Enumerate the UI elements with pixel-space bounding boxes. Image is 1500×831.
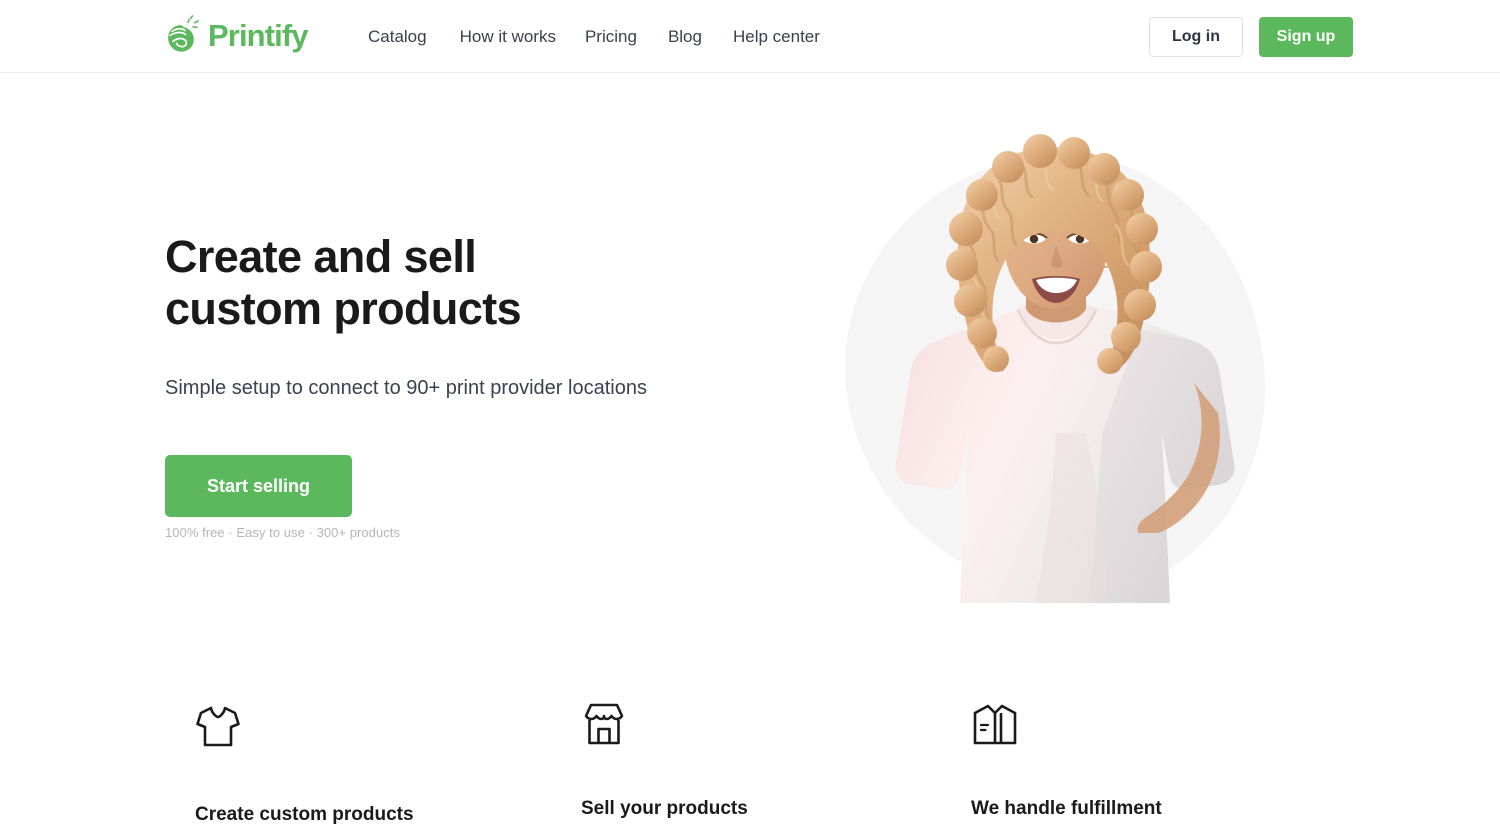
feature-we-handle-fulfillment: We handle fulfillment <box>971 700 1162 820</box>
feature-sell-your-products: Sell your products <box>581 700 748 820</box>
storefront-icon <box>584 703 624 745</box>
nav-item-catalog[interactable]: Catalog <box>368 0 460 73</box>
open-box-icon <box>973 704 1017 745</box>
auth-actions: Log in Sign up <box>1149 0 1500 73</box>
sign-up-button[interactable]: Sign up <box>1259 16 1353 57</box>
hero-photo-woman-in-tshirt <box>895 134 1235 603</box>
printify-hand-icon <box>168 15 199 52</box>
nav-item-pricing[interactable]: Pricing <box>585 0 668 73</box>
brand-name: Printify <box>208 18 308 53</box>
printify-logo[interactable]: Printify <box>165 14 308 58</box>
features-section: Create custom products Sell your product… <box>0 700 1500 831</box>
landing-page: Printify Catalog How it works Pricing Bl… <box>0 0 1500 831</box>
start-selling-button[interactable]: Start selling <box>165 455 352 517</box>
main-nav: Catalog How it works Pricing Blog Help c… <box>368 0 820 73</box>
feature-title: Sell your products <box>581 798 748 819</box>
feature-title: We handle fulfillment <box>971 798 1162 819</box>
nav-item-help-center[interactable]: Help center <box>733 0 820 73</box>
hero-note: 100% free · Easy to use · 300+ products <box>165 525 400 540</box>
feature-create-custom-products: Create custom products <box>195 700 414 826</box>
hero-visual <box>824 133 1286 616</box>
tshirt-icon <box>196 706 240 747</box>
feature-title: Create custom products <box>195 804 414 825</box>
site-header: Printify Catalog How it works Pricing Bl… <box>0 0 1500 73</box>
nav-item-how-it-works[interactable]: How it works <box>460 0 585 73</box>
hero-subtitle: Simple setup to connect to 90+ print pro… <box>165 377 647 399</box>
log-in-button[interactable]: Log in <box>1149 16 1243 57</box>
hero-section: Create and sell custom products Simple s… <box>0 73 1500 683</box>
nav-item-blog[interactable]: Blog <box>668 0 733 73</box>
page-title: Create and sell custom products <box>165 231 522 334</box>
tshirt-shape <box>895 301 1235 603</box>
